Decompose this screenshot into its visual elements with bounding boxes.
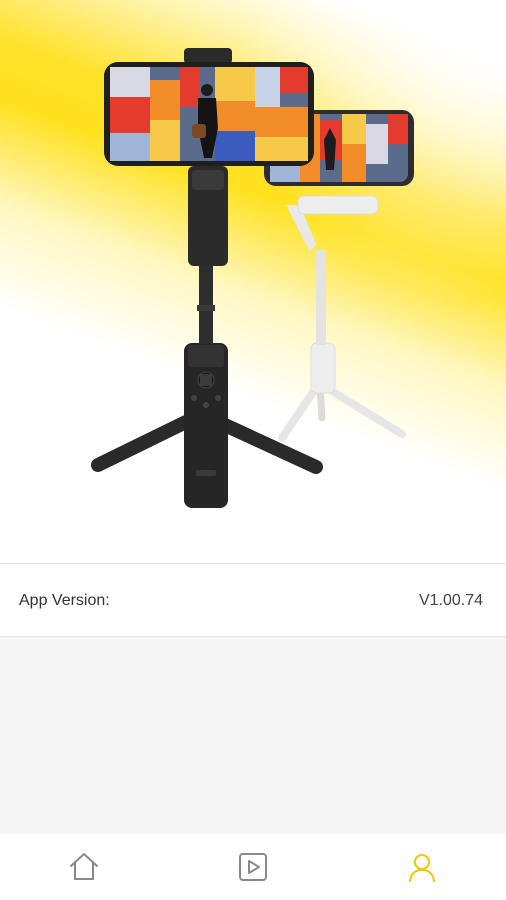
- bottom-tab-bar: [0, 834, 506, 900]
- hero-banner: [0, 0, 506, 563]
- user-icon: [409, 854, 435, 882]
- gimbal-product-image: [91, 48, 414, 508]
- play-icon: [239, 853, 267, 881]
- home-icon: [70, 853, 98, 880]
- tab-media[interactable]: [169, 834, 337, 900]
- tab-home[interactable]: [0, 834, 168, 900]
- app-version-row: App Version: V1.00.74: [0, 563, 506, 637]
- app-version-label: App Version:: [19, 592, 110, 609]
- tab-profile[interactable]: [338, 834, 506, 900]
- app-version-value: V1.00.74: [418, 592, 483, 609]
- content-area: [0, 637, 506, 834]
